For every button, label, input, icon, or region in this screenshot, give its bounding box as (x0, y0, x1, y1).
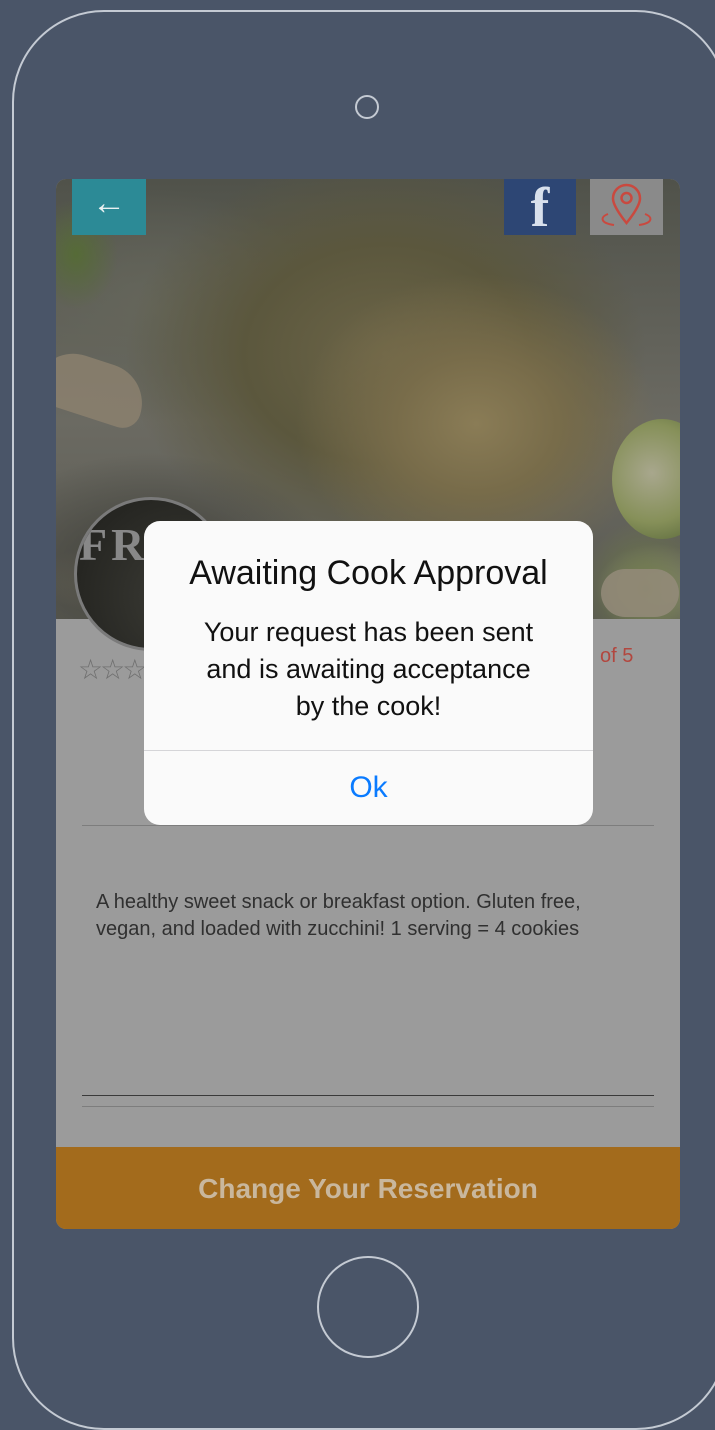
zucchini-shape (612, 419, 680, 539)
left-arrow-icon: ← (92, 184, 126, 222)
alert-message: Your request has been sent and is awaiti… (174, 614, 563, 725)
alert-message-line: Your request has been sent (203, 617, 534, 647)
ok-button[interactable]: Ok (144, 751, 593, 825)
alert-message-line: by the cook! (295, 691, 442, 721)
meal-description: A healthy sweet snack or breakfast optio… (96, 891, 581, 940)
rating-stars: ☆☆☆ (78, 654, 147, 685)
camera-icon (355, 95, 379, 119)
rating-suffix: of 5 (600, 645, 634, 667)
location-pin-icon (601, 183, 652, 226)
facebook-button[interactable]: f (504, 179, 576, 237)
alert-dialog: Awaiting Cook Approval Your request has … (144, 521, 593, 825)
back-button[interactable]: ← (72, 179, 146, 235)
home-button[interactable] (317, 1256, 419, 1358)
change-reservation-button[interactable]: Change Your Reservation (56, 1147, 680, 1229)
divider (82, 1095, 654, 1096)
alert-message-line: and is awaiting acceptance (206, 654, 531, 684)
map-button[interactable] (590, 179, 663, 235)
facebook-icon: f (530, 179, 550, 239)
cashew-shape (601, 569, 679, 617)
cashew-shape (56, 343, 153, 433)
divider (82, 825, 654, 826)
alert-title: Awaiting Cook Approval (189, 554, 548, 592)
divider (82, 1106, 654, 1107)
